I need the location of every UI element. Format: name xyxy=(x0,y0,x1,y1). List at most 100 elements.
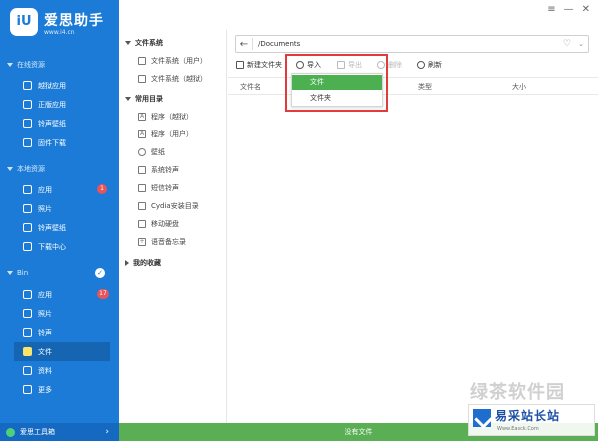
sidebar-item-device-files[interactable]: 文件 xyxy=(14,342,110,361)
file-icon xyxy=(138,57,146,65)
toolbox-label: 爱思工具箱 xyxy=(20,428,55,436)
column-header-type[interactable]: 类型 xyxy=(418,82,432,92)
back-arrow-icon[interactable]: ← xyxy=(236,39,252,50)
sidebar-item-store-apps[interactable]: 正版应用 xyxy=(0,95,119,114)
sidebar-item-jailbreak-apps[interactable]: 越狱应用 xyxy=(0,76,119,95)
refresh-icon xyxy=(417,61,425,69)
triangle-right-icon xyxy=(125,260,129,266)
apps-icon xyxy=(23,185,32,194)
sidebar-section-device[interactable]: Bin ✓ xyxy=(0,266,119,280)
section-title: 在线资源 xyxy=(17,61,45,69)
sidebar-item-device-photos[interactable]: 照片 xyxy=(0,304,119,323)
grid-icon xyxy=(23,119,32,128)
folder-icon xyxy=(23,347,32,356)
sidebar-item-device-more[interactable]: 更多 xyxy=(0,380,119,399)
path-input[interactable]: /Documents xyxy=(258,40,560,48)
sidebar-item-label: 铃声壁纸 xyxy=(38,223,66,232)
tree-item-label: 文件系统（越狱） xyxy=(151,75,207,83)
sidebar: iU 爱思助手 www.i4.cn 在线资源 越狱应用 正版应用 铃声壁纸 固件… xyxy=(0,0,119,441)
chevron-down-icon[interactable]: ⌄ xyxy=(574,40,588,48)
tree-item-label: 程序（越狱） xyxy=(151,113,193,121)
tree-item-fs-user[interactable]: 文件系统（用户） xyxy=(138,56,207,66)
sidebar-section-local[interactable]: 本地资源 xyxy=(0,162,119,176)
sidebar-item-firmware[interactable]: 固件下载 xyxy=(0,133,119,152)
tree-item-apps-user[interactable]: A 程序（用户） xyxy=(138,129,193,139)
sidebar-item-device-ringtones[interactable]: 铃声 xyxy=(0,323,119,342)
sidebar-item-label: 文件 xyxy=(38,347,52,356)
app-window: iU 爱思助手 www.i4.cn 在线资源 越狱应用 正版应用 铃声壁纸 固件… xyxy=(0,0,598,441)
watermark-badge: 易采站长站 Www.Easck.Com xyxy=(468,404,595,436)
tree-item-label: 系统铃声 xyxy=(151,166,179,174)
bell-icon xyxy=(138,166,146,174)
wallpaper-icon xyxy=(138,148,146,156)
tree-item-wallpaper[interactable]: 壁纸 xyxy=(138,147,165,157)
tree-group-filesystem[interactable]: 文件系统 xyxy=(125,38,163,48)
toolbox-button[interactable]: 爱思工具箱 › xyxy=(0,423,119,441)
check-icon: ✓ xyxy=(95,268,105,278)
tree-item-apps-jailbreak[interactable]: A 程序（越狱） xyxy=(138,112,193,122)
tree-item-sms-ringtones[interactable]: 短信铃声 xyxy=(138,183,179,193)
caret-down-icon xyxy=(7,167,13,171)
tree-item-cydia[interactable]: Cydia安装目录 xyxy=(138,201,199,211)
tree-item-fs-jailbreak[interactable]: 文件系统（越狱） xyxy=(138,74,207,84)
watermark-logo-icon xyxy=(473,409,491,427)
sidebar-item-label: 照片 xyxy=(38,204,52,213)
sidebar-item-device-apps[interactable]: 应用 17 xyxy=(0,285,119,304)
tree-item-system-ringtones[interactable]: 系统铃声 xyxy=(138,165,179,175)
file-icon xyxy=(138,202,146,210)
window-controls: ≡ — ✕ xyxy=(547,4,590,15)
sidebar-item-label: 应用 xyxy=(38,290,52,299)
app-name: 爱思助手 xyxy=(44,13,104,29)
button-label: 删除 xyxy=(388,61,402,69)
app-store-icon: A xyxy=(138,130,146,138)
logo-icon: iU xyxy=(10,8,38,36)
music-icon xyxy=(23,328,32,337)
count-badge: 17 xyxy=(97,289,109,299)
caret-down-icon xyxy=(7,271,13,275)
path-bar[interactable]: ← /Documents ♡ ⌄ xyxy=(235,35,589,53)
tree-item-label: 壁纸 xyxy=(151,148,165,156)
sidebar-item-local-ringtones[interactable]: 铃声壁纸 xyxy=(0,218,119,237)
divider xyxy=(252,38,253,50)
tree-item-label: 程序（用户） xyxy=(151,130,193,138)
app-logo: iU 爱思助手 www.i4.cn xyxy=(10,8,110,42)
section-title: 本地资源 xyxy=(17,165,45,173)
list-icon xyxy=(23,366,32,375)
tree-item-label: Cydia安装目录 xyxy=(151,202,199,210)
column-header-size[interactable]: 大小 xyxy=(512,82,526,92)
app-url: www.i4.cn xyxy=(44,29,75,36)
photo-icon xyxy=(23,204,32,213)
new-folder-button[interactable]: 新建文件夹 xyxy=(236,60,282,70)
sidebar-section-online[interactable]: 在线资源 xyxy=(0,58,119,72)
sidebar-item-label: 更多 xyxy=(38,385,52,394)
app-store-icon xyxy=(23,100,32,109)
menu-icon[interactable]: ≡ xyxy=(547,4,555,15)
tree-item-mobile-disk[interactable]: 移动硬盘 xyxy=(138,219,179,229)
button-label: 新建文件夹 xyxy=(247,61,282,69)
grid-icon xyxy=(23,223,32,232)
file-table-header: 文件名 类型 大小 xyxy=(228,77,598,95)
column-header-name[interactable]: 文件名 xyxy=(240,82,261,92)
minimize-icon[interactable]: — xyxy=(564,4,574,15)
refresh-button[interactable]: 刷新 xyxy=(417,60,442,70)
tree-group-title: 文件系统 xyxy=(135,39,163,47)
sidebar-item-download-center[interactable]: 下载中心 xyxy=(0,237,119,256)
watermark-url: Www.Easck.Com xyxy=(497,426,539,432)
close-icon[interactable]: ✕ xyxy=(582,4,590,15)
favorite-heart-icon[interactable]: ♡ xyxy=(560,39,574,49)
tree-item-voice-memos[interactable]: + 语音备忘录 xyxy=(138,237,186,247)
tree-group-common-dirs[interactable]: 常用目录 xyxy=(125,94,163,104)
sidebar-item-label: 正版应用 xyxy=(38,100,66,109)
tree-item-label: 语音备忘录 xyxy=(151,238,186,246)
sidebar-item-local-photos[interactable]: 照片 xyxy=(0,199,119,218)
apps-icon xyxy=(23,290,32,299)
sidebar-item-label: 越狱应用 xyxy=(38,81,66,90)
sidebar-item-local-apps[interactable]: 应用 1 xyxy=(0,180,119,199)
device-name: Bin xyxy=(17,269,29,277)
triangle-down-icon xyxy=(125,41,131,45)
sidebar-item-ringtones-wallpapers[interactable]: 铃声壁纸 xyxy=(0,114,119,133)
sidebar-item-device-data[interactable]: 资料 xyxy=(0,361,119,380)
tree-group-favorites[interactable]: 我的收藏 xyxy=(125,258,161,268)
bell-icon xyxy=(138,184,146,192)
tree-item-label: 文件系统（用户） xyxy=(151,57,207,65)
